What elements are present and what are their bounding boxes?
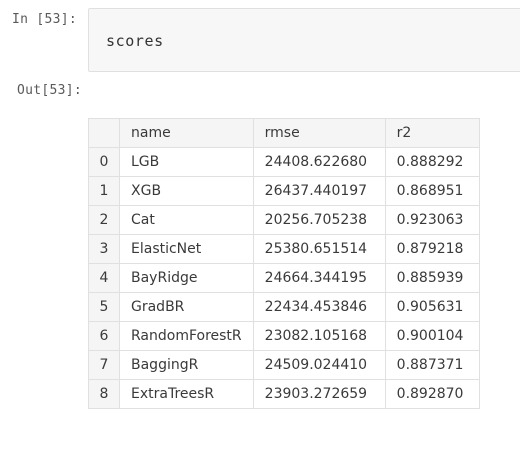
cell-r2: 0.887371 xyxy=(384,350,480,380)
cell-name: RandomForestR xyxy=(119,321,254,351)
cell-rmse: 23903.272659 xyxy=(252,379,386,409)
cell-r2: 0.868951 xyxy=(384,176,480,206)
cell-name: XGB xyxy=(119,176,254,206)
cell-rmse: 25380.651514 xyxy=(252,234,386,264)
cell-name: ElasticNet xyxy=(119,234,254,264)
cell-r2: 0.905631 xyxy=(384,292,480,322)
cell-name: BaggingR xyxy=(119,350,254,380)
cell-r2: 0.923063 xyxy=(384,205,480,235)
cell-rmse: 22434.453846 xyxy=(252,292,386,322)
table-row: 0 LGB 24408.622680 0.888292 xyxy=(88,147,480,177)
row-index: 2 xyxy=(88,205,120,235)
table-row: 6 RandomForestR 23082.105168 0.900104 xyxy=(88,321,480,351)
row-index: 1 xyxy=(88,176,120,206)
row-index: 5 xyxy=(88,292,120,322)
row-index: 3 xyxy=(88,234,120,264)
table-row: 2 Cat 20256.705238 0.923063 xyxy=(88,205,480,235)
code-text: scores xyxy=(106,32,164,50)
cell-name: BayRidge xyxy=(119,263,254,293)
table-row: 4 BayRidge 24664.344195 0.885939 xyxy=(88,263,480,293)
cell-rmse: 23082.105168 xyxy=(252,321,386,351)
table-row: 3 ElasticNet 25380.651514 0.879218 xyxy=(88,234,480,264)
row-index: 4 xyxy=(88,263,120,293)
cell-r2: 0.879218 xyxy=(384,234,480,264)
cell-rmse: 20256.705238 xyxy=(252,205,386,235)
cell-r2: 0.900104 xyxy=(384,321,480,351)
cell-r2: 0.885939 xyxy=(384,263,480,293)
row-index: 7 xyxy=(88,350,120,380)
cell-rmse: 24509.024410 xyxy=(252,350,386,380)
cell-name: ExtraTreesR xyxy=(119,379,254,409)
output-prompt: Out[53]: xyxy=(17,83,83,98)
code-input-cell[interactable]: scores xyxy=(88,8,520,72)
input-prompt: In [53]: xyxy=(12,12,78,27)
row-index: 0 xyxy=(88,147,120,177)
column-header-r2: r2 xyxy=(384,118,480,148)
cell-r2: 0.892870 xyxy=(384,379,480,409)
table-row: 5 GradBR 22434.453846 0.905631 xyxy=(88,292,480,322)
cell-r2: 0.888292 xyxy=(384,147,480,177)
cell-rmse: 24664.344195 xyxy=(252,263,386,293)
cell-name: LGB xyxy=(119,147,254,177)
table-row: 1 XGB 26437.440197 0.868951 xyxy=(88,176,480,206)
row-index: 6 xyxy=(88,321,120,351)
column-header-name: name xyxy=(119,118,254,148)
table-header-row: name rmse r2 xyxy=(88,118,480,148)
cell-rmse: 26437.440197 xyxy=(252,176,386,206)
cell-rmse: 24408.622680 xyxy=(252,147,386,177)
row-index: 8 xyxy=(88,379,120,409)
index-header xyxy=(88,118,120,148)
dataframe-table: name rmse r2 0 LGB 24408.622680 0.888292… xyxy=(88,118,480,409)
table-row: 8 ExtraTreesR 23903.272659 0.892870 xyxy=(88,379,480,409)
cell-name: GradBR xyxy=(119,292,254,322)
cell-name: Cat xyxy=(119,205,254,235)
column-header-rmse: rmse xyxy=(252,118,386,148)
table-row: 7 BaggingR 24509.024410 0.887371 xyxy=(88,350,480,380)
